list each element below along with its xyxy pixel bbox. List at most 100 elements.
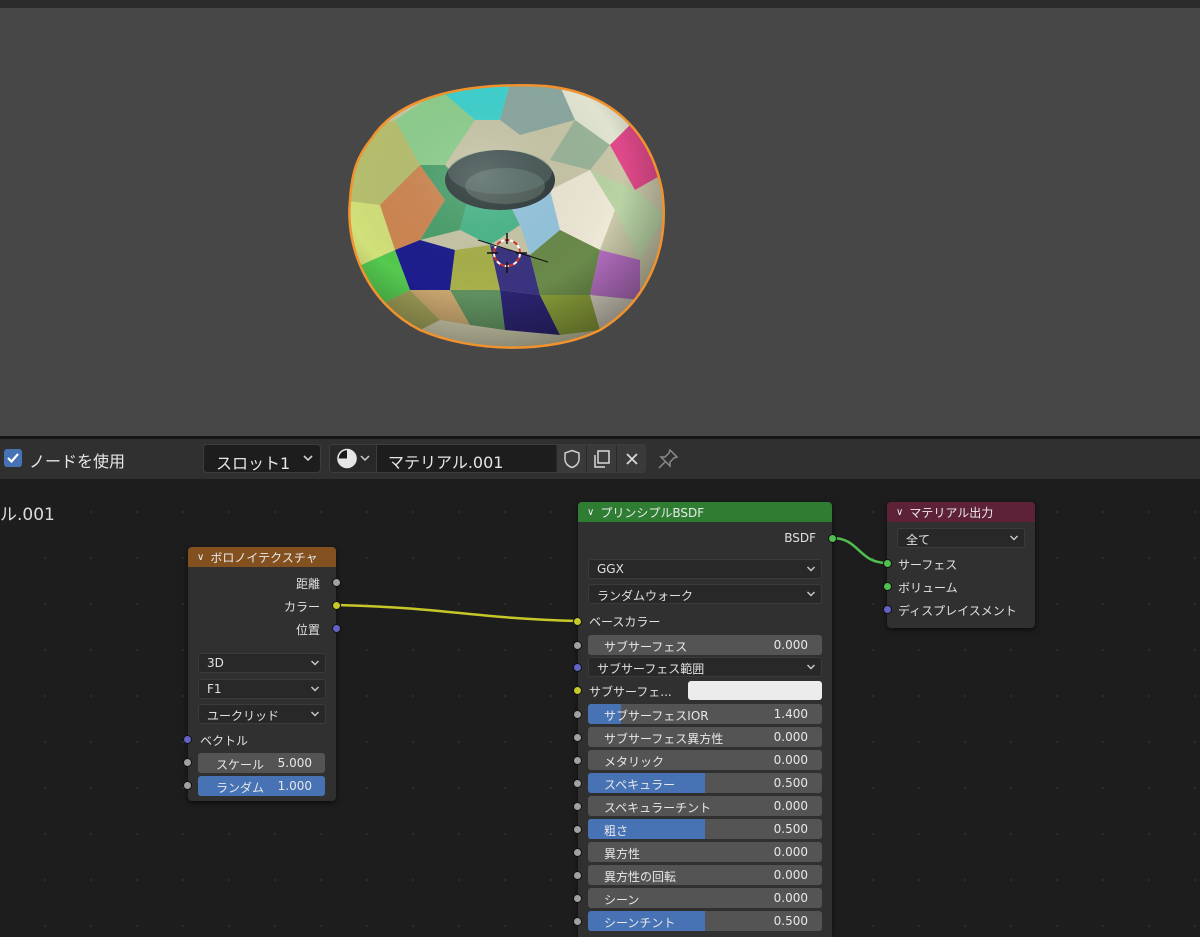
collapse-chevron-icon[interactable]: ∨ <box>587 507 594 518</box>
chevron-down-icon <box>303 455 313 462</box>
chevron-down-icon <box>807 591 815 597</box>
collapse-chevron-icon[interactable]: ∨ <box>896 507 903 518</box>
subsurface-method-value: ランダムウォーク <box>597 589 694 603</box>
duplicate-material-button[interactable] <box>586 445 616 472</box>
material-browse-button[interactable] <box>330 445 377 472</box>
material-selector[interactable]: マテリアル.001 <box>329 444 646 473</box>
metric-value: ユークリッド <box>207 709 280 723</box>
fake-user-button[interactable] <box>556 445 586 472</box>
chevron-down-icon <box>311 660 319 666</box>
bsdf-field-3[interactable]: メタリック 0.000 <box>588 750 822 770</box>
bsdf-field-label: 粗さ <box>604 824 629 838</box>
bsdf-field-label: スペキュラー <box>604 778 676 792</box>
socket-displacement-in[interactable] <box>883 605 892 614</box>
output-position: 位置 <box>295 623 320 637</box>
bsdf-field-4[interactable]: スペキュラー 0.500 <box>588 773 822 793</box>
bsdf-field-value: 0.500 <box>773 776 808 790</box>
scale-value: 5.000 <box>277 756 312 770</box>
socket-subsurface-radius-in[interactable] <box>573 663 582 672</box>
output-node-title: マテリアル出力 <box>909 505 994 520</box>
socket-volume-in[interactable] <box>883 582 892 591</box>
bsdf-field-value: 1.400 <box>773 707 808 721</box>
bsdf-node-header[interactable]: ∨ プリンシプルBSDF <box>578 502 832 522</box>
input-base-color: ベースカラー <box>589 615 661 629</box>
subsurface-radius-dropdown[interactable]: サブサーフェス範囲 <box>588 657 822 677</box>
bsdf-field-6[interactable]: 粗さ 0.500 <box>588 819 822 839</box>
input-surface: サーフェス <box>898 558 958 572</box>
socket-randomness-in[interactable] <box>183 781 192 790</box>
subsurface-method-dropdown[interactable]: ランダムウォーク <box>588 584 822 604</box>
material-name-overlay: ル.001 <box>0 505 55 525</box>
bsdf-field-label: サブサーフェス <box>604 640 688 654</box>
feature-dropdown[interactable]: F1 <box>198 679 326 699</box>
voronoi-texture-node[interactable]: ∨ ボロノイテクスチャ 距離 カラー 位置 3D F1 ユークリッド ベクトル … <box>188 547 336 801</box>
chevron-down-icon <box>311 711 319 717</box>
bsdf-field-label: 異方性 <box>604 847 641 861</box>
distribution-dropdown[interactable]: GGX <box>588 559 822 579</box>
slot-selector[interactable]: スロット1 <box>203 444 321 473</box>
socket-bsdf-field-in[interactable] <box>573 710 582 719</box>
output-node-header[interactable]: ∨ マテリアル出力 <box>887 502 1035 522</box>
socket-bsdf-field-in[interactable] <box>573 871 582 880</box>
bsdf-field-9[interactable]: シーン 0.000 <box>588 888 822 908</box>
chevron-down-icon <box>1010 535 1018 541</box>
material-output-node[interactable]: ∨ マテリアル出力 全て サーフェス ボリューム ディスプレイスメント <box>887 502 1035 628</box>
material-name-field[interactable]: マテリアル.001 <box>388 449 503 472</box>
bsdf-field-value: 0.500 <box>773 914 808 928</box>
bsdf-field-label: サブサーフェス異方性 <box>604 732 724 746</box>
bsdf-field-2[interactable]: サブサーフェス異方性 0.000 <box>588 727 822 747</box>
distance-metric-dropdown[interactable]: ユークリッド <box>198 704 326 724</box>
distribution-value: GGX <box>597 562 624 576</box>
socket-bsdf-field-in[interactable] <box>573 779 582 788</box>
use-nodes-checkbox[interactable] <box>4 449 22 467</box>
voronoi-node-title: ボロノイテクスチャ <box>210 550 318 565</box>
subsurface-radius-label: サブサーフェス範囲 <box>597 662 705 676</box>
randomness-label: ランダム <box>216 781 265 795</box>
socket-distance-out[interactable] <box>332 578 341 587</box>
dimensions-dropdown[interactable]: 3D <box>198 653 326 673</box>
socket-bsdf-field-in[interactable] <box>573 825 582 834</box>
socket-scale-in[interactable] <box>183 758 192 767</box>
socket-bsdf-field-in[interactable] <box>573 733 582 742</box>
chevron-down-icon <box>807 566 815 572</box>
3d-viewport[interactable] <box>0 8 1200 436</box>
dimensions-value: 3D <box>207 656 224 670</box>
output-color: カラー <box>283 600 320 614</box>
socket-position-out[interactable] <box>332 624 341 633</box>
output-bsdf: BSDF <box>784 531 816 545</box>
bsdf-field-0[interactable]: サブサーフェス 0.000 <box>588 635 822 655</box>
use-nodes-label[interactable]: ノードを使用 <box>29 448 125 472</box>
scale-field[interactable]: スケール 5.000 <box>198 753 325 773</box>
collapse-chevron-icon[interactable]: ∨ <box>197 552 204 563</box>
socket-bsdf-field-in[interactable] <box>573 894 582 903</box>
randomness-field[interactable]: ランダム 1.000 <box>198 776 325 796</box>
socket-subsurface-color-in[interactable] <box>573 686 582 695</box>
bsdf-field-8[interactable]: 異方性の回転 0.000 <box>588 865 822 885</box>
voronoi-node-header[interactable]: ∨ ボロノイテクスチャ <box>188 547 336 567</box>
subsurface-color-swatch[interactable] <box>688 681 822 700</box>
render-target-dropdown[interactable]: 全て <box>897 528 1025 548</box>
bsdf-field-5[interactable]: スペキュラーチント 0.000 <box>588 796 822 816</box>
bsdf-field-7[interactable]: 異方性 0.000 <box>588 842 822 862</box>
pin-button[interactable] <box>656 447 680 475</box>
socket-color-out[interactable] <box>332 601 341 610</box>
shield-icon <box>563 449 580 468</box>
socket-bsdf-field-in[interactable] <box>573 756 582 765</box>
socket-vector-in[interactable] <box>183 735 192 744</box>
socket-bsdf-field-in[interactable] <box>573 802 582 811</box>
bsdf-field-label: スペキュラーチント <box>604 801 712 815</box>
socket-bsdf-field-in[interactable] <box>573 848 582 857</box>
socket-bsdf-field-in[interactable] <box>573 917 582 926</box>
bsdf-field-label: シーン <box>604 893 640 907</box>
input-subsurface-color: サブサーフェ... <box>589 685 672 699</box>
socket-base-color-in[interactable] <box>573 617 582 626</box>
slot-label: スロット1 <box>216 454 291 473</box>
socket-surface-in[interactable] <box>883 559 892 568</box>
socket-bsdf-field-in[interactable] <box>573 641 582 650</box>
chevron-down-icon <box>311 686 319 692</box>
bsdf-field-1[interactable]: サブサーフェスIOR 1.400 <box>588 704 822 724</box>
bsdf-field-10[interactable]: シーンチント 0.500 <box>588 911 822 931</box>
unlink-material-button[interactable] <box>616 445 645 472</box>
socket-bsdf-out[interactable] <box>828 534 837 543</box>
principled-bsdf-node[interactable]: ∨ プリンシプルBSDF BSDF GGX ランダムウォーク ベースカラー サブ… <box>578 502 832 937</box>
